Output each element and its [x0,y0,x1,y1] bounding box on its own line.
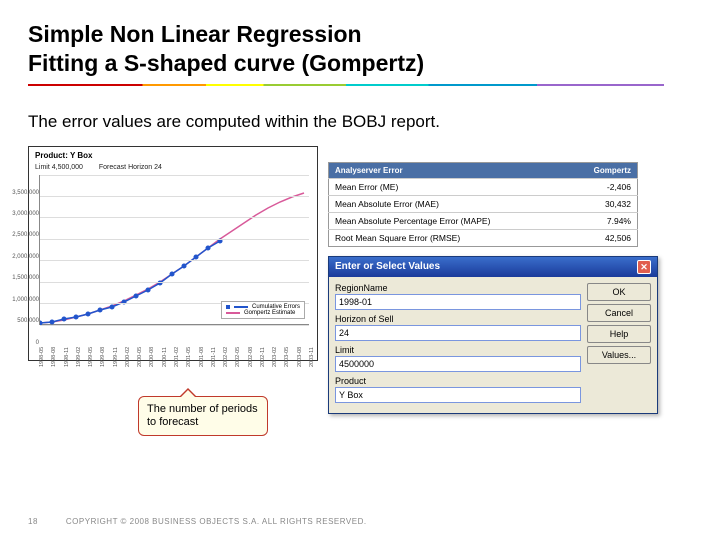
close-icon[interactable]: ✕ [637,260,651,274]
x-tick-label: 1999-08 [100,346,104,366]
dialog-titlebar[interactable]: Enter or Select Values ✕ [329,257,657,277]
cancel-button[interactable]: Cancel [587,304,651,322]
x-tick-label: 2003-08 [297,346,301,366]
content-area: Product: Y Box Limit 4,500,000 Forecast … [28,146,692,446]
x-tick-label: 1999-02 [76,346,80,366]
y-tick-label: 2,000,000 [12,254,39,260]
x-tick-label: 1998-05 [39,346,43,366]
dialog-title-text: Enter or Select Values [335,261,440,272]
parameter-dialog: Enter or Select Values ✕ RegionName Hori… [328,256,658,414]
x-tick-label: 2003-05 [284,346,288,366]
x-tick-label: 2003-11 [309,347,313,367]
x-tick-label: 2001-11 [211,347,215,367]
horizon-input[interactable] [335,325,581,341]
slide-footer: 18 COPYRIGHT © 2008 BUSINESS OBJECTS S.A… [28,517,367,526]
x-tick-label: 1999-11 [113,347,117,367]
chart-legend: Cumulative Errors Gompertz Estimate [221,301,305,319]
y-tick-label: 3,000,000 [12,211,39,217]
table-row: Mean Absolute Error (MAE)30,432 [329,195,638,212]
x-tick-label: 1999-05 [88,346,92,366]
copyright-text: COPYRIGHT © 2008 BUSINESS OBJECTS S.A. A… [66,517,367,526]
metrics-header-model: Gompertz [567,162,638,178]
x-tick-label: 2001-02 [174,346,178,366]
limit-input[interactable] [335,356,581,372]
callout-annotation: The number of periods to forecast [138,396,268,436]
help-button[interactable]: Help [587,325,651,343]
x-tick-label: 2000-02 [125,346,129,366]
x-tick-label: 2002-02 [223,346,227,366]
slide-title: Simple Non Linear Regression Fitting a S… [0,0,720,94]
region-input[interactable] [335,294,581,310]
x-tick-label: 2001-08 [199,346,203,366]
x-tick-label: 2000-11 [162,347,166,367]
metrics-header-method: Analyserver Error [329,162,567,178]
chart-product-title: Product: Y Box [35,151,311,160]
table-row: Root Mean Square Error (RMSE)42,506 [329,229,638,246]
body-paragraph: The error values are computed within the… [0,94,720,132]
title-line-2: Fitting a S-shaped curve (Gompertz) [28,49,692,78]
x-tick-label: 2003-02 [272,346,276,366]
page-number: 18 [28,517,38,526]
y-tick-label: 500,000 [17,318,39,324]
x-tick-label: 2002-05 [235,346,239,366]
rainbow-separator [28,84,664,86]
x-tick-label: 2002-11 [260,347,264,367]
x-tick-label: 2001-05 [186,346,190,366]
table-row: Mean Error (ME)-2,406 [329,178,638,195]
y-tick-label: 3,500,000 [12,190,39,196]
y-tick-label: 1,500,000 [12,275,39,281]
values-button[interactable]: Values... [587,346,651,364]
field-label-limit: Limit [335,345,581,355]
field-label-horizon: Horizon of Sell [335,314,581,324]
error-metrics-table: Analyserver Error Gompertz Mean Error (M… [328,162,638,247]
y-tick-label: 1,000,000 [12,297,39,303]
product-input[interactable] [335,387,581,403]
y-tick-label: 2,500,000 [12,232,39,238]
y-tick-label: 0 [36,340,39,346]
field-label-region: RegionName [335,283,581,293]
title-line-1: Simple Non Linear Regression [28,20,692,49]
x-tick-label: 2000-08 [149,346,153,366]
table-row: Mean Absolute Percentage Error (MAPE)7.9… [329,212,638,229]
x-tick-label: 2000-05 [137,346,141,366]
x-tick-label: 1998-11 [64,347,68,367]
ok-button[interactable]: OK [587,283,651,301]
x-tick-label: 2002-08 [248,346,252,366]
x-tick-label: 1998-08 [51,346,55,366]
chart-panel: Product: Y Box Limit 4,500,000 Forecast … [28,146,318,361]
chart-subtitle: Limit 4,500,000 Forecast Horizon 24 [35,164,311,171]
field-label-product: Product [335,376,581,386]
